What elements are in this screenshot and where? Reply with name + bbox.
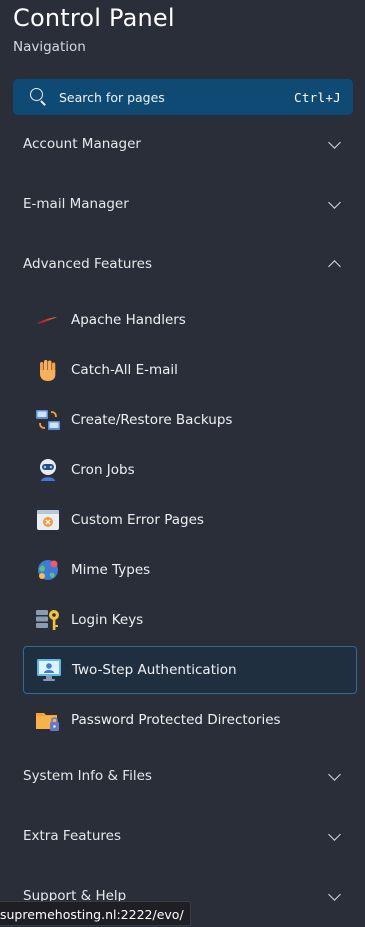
page-title: Control Panel	[13, 4, 175, 32]
globe-icon	[35, 557, 61, 583]
chevron-down-icon	[327, 889, 341, 903]
nav-item-catch-all-email[interactable]: Catch-All E-mail	[23, 346, 357, 394]
search-shortcut: Ctrl+J	[294, 89, 341, 105]
locked-folder-icon	[35, 707, 61, 733]
nav-item-create-restore-backups[interactable]: Create/Restore Backups	[23, 396, 357, 444]
nav-item-label: Login Keys	[71, 612, 144, 628]
key-icon	[35, 607, 61, 633]
section-label: Account Manager	[23, 136, 141, 152]
nav-item-label: Two-Step Authentication	[72, 662, 237, 678]
navigation-subtitle: Navigation	[13, 39, 86, 55]
robot-icon	[35, 457, 61, 483]
nav-item-label: Custom Error Pages	[71, 512, 204, 528]
link-status-bar: supremehosting.nl:2222/evo/	[0, 901, 191, 926]
error-page-icon	[35, 507, 61, 533]
monitor-user-icon	[36, 657, 62, 683]
section-account-manager[interactable]: Account Manager	[0, 124, 365, 164]
nav-item-label: Apache Handlers	[71, 312, 186, 328]
nav-item-two-step-authentication[interactable]: Two-Step Authentication	[23, 646, 357, 694]
raised-hand-icon	[35, 357, 61, 383]
chevron-down-icon	[327, 769, 341, 783]
nav-item-label: Catch-All E-mail	[71, 362, 178, 378]
apache-feather-icon	[35, 307, 61, 333]
nav-item-label: Create/Restore Backups	[71, 412, 233, 428]
section-advanced-features[interactable]: Advanced Features	[0, 244, 365, 284]
chevron-down-icon	[327, 197, 341, 211]
nav-item-cron-jobs[interactable]: Cron Jobs	[23, 446, 357, 494]
search-icon	[29, 87, 49, 107]
section-system-info-files[interactable]: System Info & Files	[0, 756, 365, 796]
nav-item-label: Mime Types	[71, 562, 151, 578]
chevron-up-icon	[327, 257, 341, 271]
section-label: E-mail Manager	[23, 196, 129, 212]
nav-item-custom-error-pages[interactable]: Custom Error Pages	[23, 496, 357, 544]
chevron-down-icon	[327, 829, 341, 843]
search-bar[interactable]: Search for pages Ctrl+J	[13, 79, 353, 115]
backup-sync-icon	[35, 407, 61, 433]
chevron-down-icon	[327, 137, 341, 151]
section-label: Extra Features	[23, 828, 121, 844]
section-label: Advanced Features	[23, 256, 153, 272]
nav-item-login-keys[interactable]: Login Keys	[23, 596, 357, 644]
section-label: System Info & Files	[23, 768, 152, 784]
nav-item-label: Cron Jobs	[71, 462, 135, 478]
nav-item-apache-handlers[interactable]: Apache Handlers	[23, 296, 357, 344]
nav-item-label: Password Protected Directories	[71, 712, 281, 728]
section-email-manager[interactable]: E-mail Manager	[0, 184, 365, 224]
nav-item-mime-types[interactable]: Mime Types	[23, 546, 357, 594]
nav-item-password-protected-directories[interactable]: Password Protected Directories	[23, 696, 357, 744]
section-extra-features[interactable]: Extra Features	[0, 816, 365, 856]
search-placeholder[interactable]: Search for pages	[59, 90, 294, 105]
